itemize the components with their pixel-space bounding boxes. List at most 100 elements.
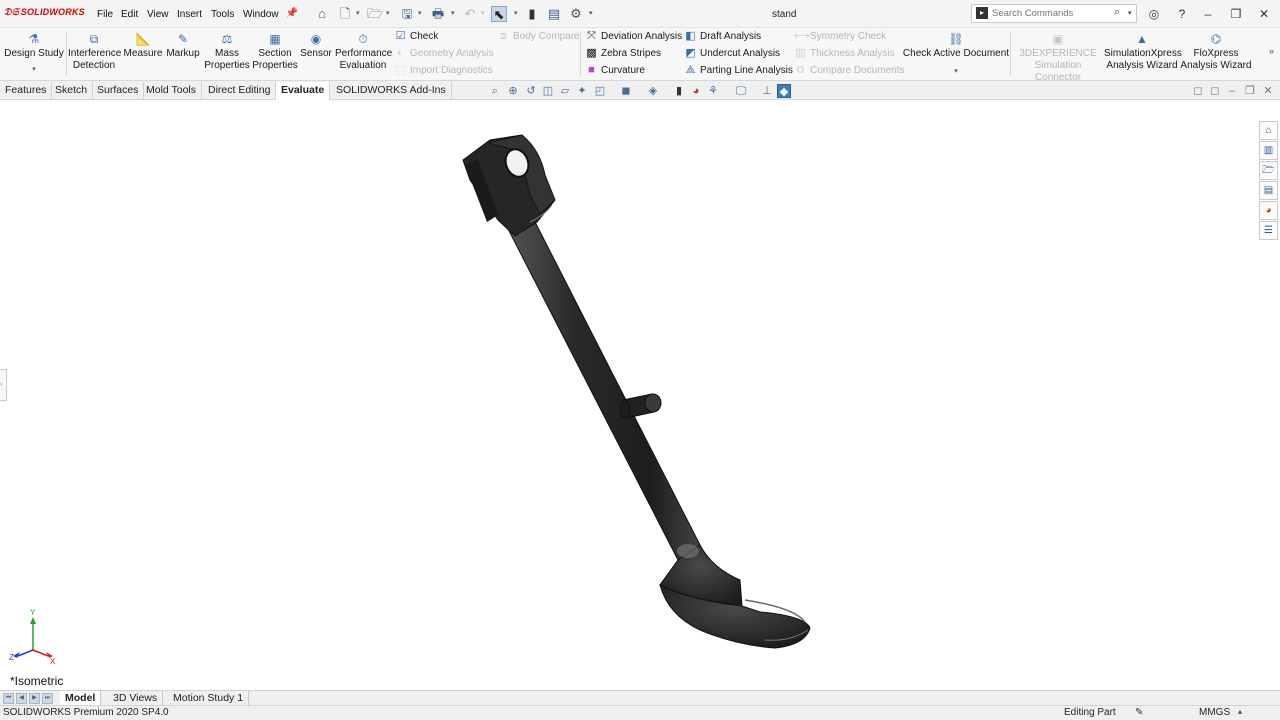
menu-edit[interactable]: Edit bbox=[121, 9, 138, 20]
menu-insert[interactable]: Insert bbox=[177, 9, 202, 20]
options-dropdown-icon[interactable]: ▾ bbox=[589, 9, 593, 17]
menu-window[interactable]: Window bbox=[243, 9, 279, 20]
menu-tools[interactable]: Tools bbox=[211, 9, 234, 20]
rebuild-status-icon[interactable]: ✎ bbox=[1135, 706, 1143, 720]
solidworks-logo[interactable]: 𝔇𝔖 SOLIDWORKS bbox=[4, 7, 85, 18]
performance-evaluation-button[interactable]: ⏱ Performance Evaluation bbox=[335, 32, 392, 72]
kickstand-part-model[interactable]: Y X Z bbox=[0, 101, 1280, 690]
home-icon[interactable]: ⌂ bbox=[314, 6, 330, 22]
display-style-icon[interactable]: ◼ bbox=[619, 84, 633, 98]
more-commands-chevron-icon[interactable]: » bbox=[1269, 46, 1274, 56]
apply-scene-icon[interactable]: ◕ bbox=[689, 84, 703, 98]
search-input[interactable] bbox=[992, 7, 1112, 20]
tab-sketch[interactable]: Sketch bbox=[50, 82, 94, 100]
viewport-minimize-icon[interactable]: – bbox=[1225, 84, 1239, 98]
prev-tab-arrow-icon[interactable]: ◀ bbox=[16, 693, 27, 704]
previous-view-icon[interactable]: ↺ bbox=[524, 84, 538, 98]
simulationxpress-button[interactable]: ▲ SimulationXpress Analysis Wizard bbox=[1104, 32, 1182, 72]
tab-surfaces[interactable]: Surfaces bbox=[92, 82, 145, 100]
new-dropdown-icon[interactable]: ▾ bbox=[356, 9, 360, 17]
deviation-analysis-button[interactable]: ⤧ Deviation Analysis bbox=[585, 29, 682, 43]
user-account-icon[interactable]: ◎ bbox=[1146, 6, 1162, 22]
graphics-area[interactable]: Y X Z › *Isometric ⌂ ▥ 🗁 ▤ ◕ ☰ bbox=[0, 101, 1280, 690]
thickness-analysis-button[interactable]: ▥ Thickness Analysis bbox=[794, 46, 894, 60]
undo-dropdown-icon[interactable]: ▾ bbox=[481, 9, 485, 17]
viewport-restore-icon[interactable]: ❐ bbox=[1243, 84, 1257, 98]
view-axis-icon[interactable]: ⊥ bbox=[760, 84, 774, 98]
display-pane-icon[interactable]: 🖵 bbox=[734, 84, 748, 98]
view-settings-icon[interactable]: ⚘ bbox=[706, 84, 720, 98]
section-properties-button[interactable]: ▦ Section Properties bbox=[252, 32, 298, 72]
perspective-cube-icon[interactable]: ◆ bbox=[777, 84, 791, 98]
dynamic-annotation-icon[interactable]: ▱ bbox=[558, 84, 572, 98]
viewport-tile-icon[interactable]: ◻ bbox=[1191, 84, 1205, 98]
minimize-window-icon[interactable]: – bbox=[1200, 6, 1216, 22]
open-folder-icon[interactable]: 🗁 bbox=[367, 6, 383, 22]
hide-show-items-icon[interactable]: ◈ bbox=[646, 84, 660, 98]
menu-view[interactable]: View bbox=[147, 9, 169, 20]
check-active-document-button[interactable]: ⛓ Check Active Document ▾ bbox=[902, 32, 1010, 78]
design-study-button[interactable]: ⚗ Design Study ▾ bbox=[4, 32, 64, 76]
close-window-icon[interactable]: ✕ bbox=[1256, 6, 1272, 22]
options-gear-icon[interactable]: ⚙ bbox=[568, 6, 584, 22]
view-selector-icon[interactable]: ✦ bbox=[575, 84, 589, 98]
task-pane-view-palette-icon[interactable]: ▤ bbox=[1259, 181, 1278, 200]
viewport-close-icon[interactable]: ✕ bbox=[1261, 84, 1275, 98]
print-dropdown-icon[interactable]: ▾ bbox=[451, 9, 455, 17]
task-pane-appearances-icon[interactable]: ◕ bbox=[1259, 201, 1278, 220]
viewport-split-icon[interactable]: ◻ bbox=[1208, 84, 1222, 98]
section-view-icon[interactable]: ◫ bbox=[541, 84, 555, 98]
geometry-analysis-button[interactable]: ◐ Geometry Analysis bbox=[394, 46, 493, 60]
edit-appearance-icon[interactable]: ▮ bbox=[672, 84, 686, 98]
tab-solidworks-add-ins[interactable]: SOLIDWORKS Add-Ins bbox=[331, 82, 452, 100]
units-label[interactable]: MMGS bbox=[1199, 706, 1230, 720]
import-diagnostics-button[interactable]: ⬚ Import Diagnostics bbox=[394, 63, 493, 77]
3dexperience-connector-button[interactable]: ▣ 3DEXPERIENCE Simulation Connector bbox=[1012, 32, 1104, 84]
check-button[interactable]: ☑ Check bbox=[394, 29, 439, 43]
select-cursor-icon[interactable]: ⬉ bbox=[491, 6, 507, 22]
compare-documents-button[interactable]: ⧉ Compare Documents bbox=[794, 63, 905, 77]
undercut-analysis-button[interactable]: ◩ Undercut Analysis bbox=[684, 46, 780, 60]
select-dropdown-icon[interactable]: ▾ bbox=[514, 9, 518, 17]
tab-mold-tools[interactable]: Mold Tools bbox=[141, 82, 202, 100]
file-properties-icon[interactable]: ▤ bbox=[546, 6, 562, 22]
symmetry-check-button[interactable]: ⟷Symmetry Check bbox=[794, 29, 886, 43]
help-icon[interactable]: ? bbox=[1174, 6, 1190, 22]
tab-direct-editing[interactable]: Direct Editing bbox=[203, 82, 277, 100]
task-pane-custom-properties-icon[interactable]: ☰ bbox=[1259, 221, 1278, 240]
next-tab-arrow-icon[interactable]: ▶ bbox=[29, 693, 40, 704]
tab-3d-views[interactable]: 3D Views bbox=[108, 691, 164, 706]
sensor-button[interactable]: ◉ Sensor bbox=[299, 32, 333, 60]
zoom-to-area-icon[interactable]: ⊕ bbox=[506, 84, 520, 98]
check-active-dropdown-icon[interactable]: ▾ bbox=[902, 66, 1010, 78]
pin-icon[interactable]: 📌 bbox=[284, 6, 300, 22]
task-pane-file-explorer-icon[interactable]: 🗁 bbox=[1259, 161, 1278, 180]
mass-properties-button[interactable]: ⚖ Mass Properties bbox=[203, 32, 251, 72]
print-icon[interactable]: 🖶 bbox=[430, 6, 446, 22]
view-orientation-icon[interactable]: ◰ bbox=[593, 84, 607, 98]
units-dropdown-icon[interactable]: ▴ bbox=[1238, 705, 1242, 719]
tab-evaluate[interactable]: Evaluate bbox=[275, 82, 331, 100]
design-study-dropdown-icon[interactable]: ▾ bbox=[4, 64, 64, 76]
parting-line-analysis-button[interactable]: ⟁ Parting Line Analysis bbox=[684, 63, 793, 77]
menu-file[interactable]: File bbox=[97, 9, 113, 20]
search-commands-box[interactable]: ▸ ⌕ ▾ bbox=[971, 4, 1137, 23]
measure-button[interactable]: 📐 Measure bbox=[123, 32, 163, 60]
floxpress-button[interactable]: ⌬ FloXpress Analysis Wizard bbox=[1180, 32, 1252, 72]
tab-features[interactable]: Features bbox=[0, 82, 53, 100]
search-icon[interactable]: ⌕ bbox=[1114, 6, 1120, 19]
zoom-to-fit-icon[interactable]: ⌕ bbox=[488, 84, 502, 98]
new-document-icon[interactable]: 🗋 bbox=[337, 6, 353, 22]
interference-detection-button[interactable]: ⧉ Interference Detection bbox=[68, 32, 121, 72]
restore-window-icon[interactable]: ❐ bbox=[1228, 6, 1244, 22]
curvature-button[interactable]: ■ Curvature bbox=[585, 63, 645, 77]
feature-manager-expand-handle[interactable]: › bbox=[0, 369, 7, 401]
zebra-stripes-button[interactable]: ▩ Zebra Stripes bbox=[585, 46, 661, 60]
last-tab-arrow-icon[interactable]: ⏭ bbox=[42, 693, 53, 704]
open-dropdown-icon[interactable]: ▾ bbox=[386, 9, 390, 17]
undo-icon[interactable]: ↶ bbox=[462, 6, 478, 22]
save-dropdown-icon[interactable]: ▾ bbox=[418, 9, 422, 17]
task-pane-library-icon[interactable]: ▥ bbox=[1259, 141, 1278, 160]
save-icon[interactable]: 🖫 bbox=[399, 6, 415, 22]
body-compare-button[interactable]: ⧈ Body Compare bbox=[497, 29, 580, 43]
